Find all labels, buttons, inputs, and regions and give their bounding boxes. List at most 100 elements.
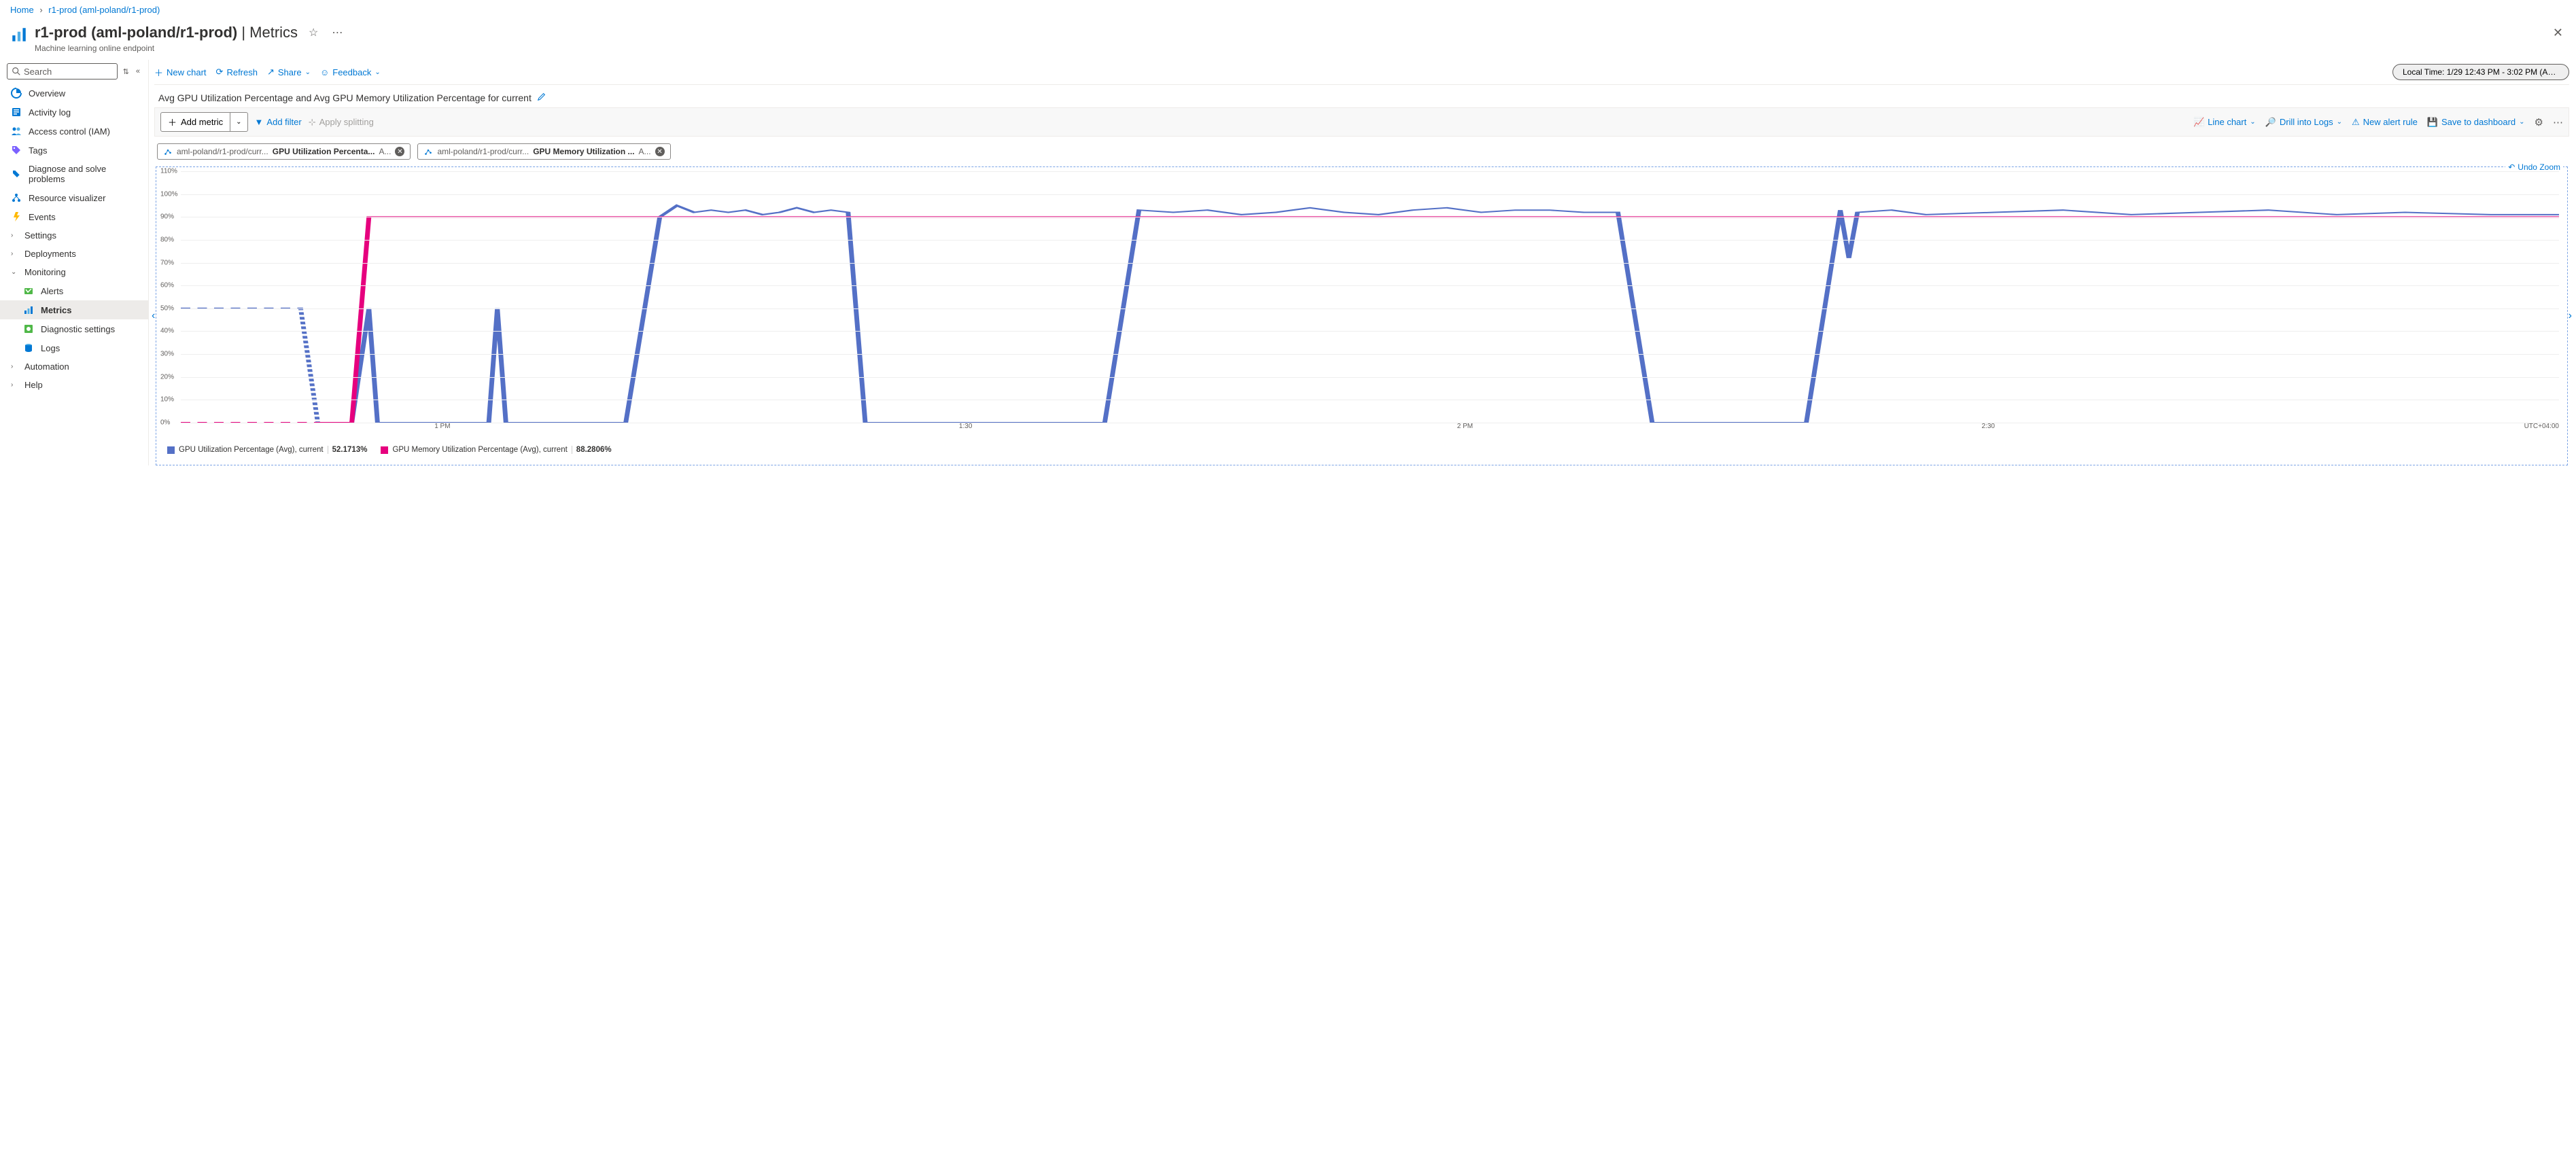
search-icon — [12, 67, 21, 76]
x-axis: UTC+04:00 1 PM1:302 PM2:30 — [181, 423, 2559, 435]
sidebar-item-activity-log[interactable]: Activity log — [0, 103, 148, 122]
favorite-button[interactable]: ☆ — [306, 23, 321, 42]
y-tick-label: 50% — [160, 304, 174, 312]
events-icon — [11, 211, 22, 222]
sidebar-item-diagnostic-settings[interactable]: Diagnostic settings — [0, 319, 148, 338]
expand-button[interactable]: ⇅ — [122, 66, 130, 77]
y-tick-label: 0% — [160, 419, 170, 427]
top-toolbar: ＋New chart ⟳Refresh ↗Share ⌄ ☺Feedback ⌄… — [154, 60, 2569, 85]
save-icon: 💾 — [2427, 117, 2438, 128]
legend-swatch — [381, 446, 388, 454]
x-tick-label: 2 PM — [1457, 423, 1473, 430]
metric-pill[interactable]: aml-poland/r1-prod/curr...GPU Utilizatio… — [157, 143, 411, 160]
breadcrumb-home[interactable]: Home — [10, 5, 34, 15]
remove-metric-button[interactable]: ✕ — [655, 147, 665, 156]
sidebar-item-logs[interactable]: Logs — [0, 338, 148, 357]
sidebar-item-overview[interactable]: Overview — [0, 84, 148, 103]
sidebar-item-alerts[interactable]: Alerts — [0, 281, 148, 300]
y-tick-label: 30% — [160, 351, 174, 358]
remove-metric-button[interactable]: ✕ — [395, 147, 404, 156]
legend-item[interactable]: GPU Memory Utilization Percentage (Avg),… — [381, 446, 611, 454]
new-chart-button[interactable]: ＋New chart — [154, 66, 207, 79]
y-tick-label: 110% — [160, 168, 177, 175]
activity-icon — [11, 107, 22, 118]
sidebar-item-access-control-iam-[interactable]: Access control (IAM) — [0, 122, 148, 141]
chart-plot[interactable]: 110%100%90%80%70%60%50%40%30%20%10%0% — [181, 171, 2559, 423]
search-input[interactable]: Search — [7, 63, 118, 80]
metric-icon — [423, 147, 433, 156]
collapse-button[interactable]: « — [135, 66, 141, 77]
share-button[interactable]: ↗Share ⌄ — [267, 67, 311, 77]
chevron-down-icon: ⌄ — [375, 69, 380, 76]
page-title: r1-prod (aml-poland/r1-prod) | Metrics — [35, 24, 298, 41]
y-tick-label: 80% — [160, 236, 174, 243]
resource-icon — [11, 192, 22, 203]
sidebar-item-label: Help — [24, 380, 43, 390]
scroll-right-button[interactable]: › — [2569, 310, 2572, 322]
diag-icon — [23, 323, 34, 334]
alerts-icon — [23, 285, 34, 296]
access-icon — [11, 126, 22, 137]
x-tick-label: 1 PM — [434, 423, 450, 430]
more-button[interactable]: ⋯ — [329, 23, 345, 42]
alert-icon: ⚠ — [2352, 117, 2360, 128]
edit-title-button[interactable] — [537, 92, 546, 103]
drill-logs-button[interactable]: 🔎Drill into Logs ⌄ — [2265, 117, 2342, 128]
chevron-down-icon: ⌄ — [2337, 118, 2342, 126]
time-range-picker[interactable]: Local Time: 1/29 12:43 PM - 3:02 PM (Aut… — [2392, 64, 2569, 80]
plus-icon: ＋ — [154, 66, 163, 79]
new-alert-button[interactable]: ⚠New alert rule — [2352, 117, 2418, 128]
refresh-button[interactable]: ⟳Refresh — [216, 67, 258, 77]
overflow-button[interactable]: ⋯ — [2553, 116, 2563, 128]
line-chart-icon: 📈 — [2193, 117, 2204, 128]
tags-icon — [11, 145, 22, 156]
chart-toolbar: ＋Add metric ⌄ ▼Add filter ⊹Apply splitti… — [154, 107, 2569, 137]
feedback-button[interactable]: ☺Feedback ⌄ — [320, 67, 381, 77]
sidebar-item-label: Automation — [24, 361, 69, 372]
sidebar-item-metrics[interactable]: Metrics — [0, 300, 148, 319]
sidebar-item-label: Activity log — [29, 107, 71, 118]
chevron-down-icon: ⌄ — [2519, 118, 2524, 126]
sidebar-item-label: Events — [29, 212, 56, 222]
sidebar-item-label: Access control (IAM) — [29, 126, 110, 137]
split-icon: ⊹ — [309, 117, 316, 128]
sidebar-item-label: Logs — [41, 343, 60, 353]
close-button[interactable]: ✕ — [2550, 23, 2566, 43]
y-tick-label: 20% — [160, 373, 174, 381]
add-filter-button[interactable]: ▼Add filter — [255, 117, 302, 127]
scroll-left-button[interactable]: ‹ — [152, 310, 155, 322]
apply-splitting-button: ⊹Apply splitting — [309, 117, 374, 128]
chart-type-dropdown[interactable]: 📈Line chart ⌄ — [2193, 117, 2256, 128]
diagnose-icon — [11, 169, 22, 179]
undo-zoom-button[interactable]: ↶Undo Zoom — [2505, 162, 2563, 172]
add-metric-dropdown[interactable]: ⌄ — [230, 112, 247, 132]
sidebar-item-tags[interactable]: Tags — [0, 141, 148, 160]
add-metric-button[interactable]: ＋Add metric — [160, 112, 230, 132]
sidebar-item-events[interactable]: Events — [0, 207, 148, 226]
sidebar-item-resource-visualizer[interactable]: Resource visualizer — [0, 188, 148, 207]
sidebar-item-automation[interactable]: ›Automation — [0, 357, 148, 376]
y-tick-label: 100% — [160, 190, 178, 198]
breadcrumb-current[interactable]: r1-prod (aml-poland/r1-prod) — [48, 5, 160, 15]
sidebar: Search ⇅ « Overview Activity log Access co… — [0, 60, 148, 465]
sidebar-item-deployments[interactable]: ›Deployments — [0, 245, 148, 263]
sidebar-item-diagnose-and-solve-problems[interactable]: Diagnose and solve problems — [0, 160, 148, 188]
sidebar-item-label: Overview — [29, 88, 65, 99]
chevron-down-icon: ⌄ — [305, 69, 311, 76]
breadcrumb: Home › r1-prod (aml-poland/r1-prod) — [0, 0, 2576, 20]
sidebar-item-monitoring[interactable]: ⌄Monitoring — [0, 263, 148, 281]
metrics-icon — [23, 304, 34, 315]
sidebar-item-label: Diagnostic settings — [41, 324, 115, 334]
sidebar-item-label: Monitoring — [24, 267, 66, 277]
drill-icon: 🔎 — [2265, 117, 2276, 128]
sidebar-item-label: Deployments — [24, 249, 76, 259]
chevron-icon: › — [11, 381, 18, 389]
sidebar-item-help[interactable]: › Help — [0, 376, 148, 394]
x-tick-label: 2:30 — [1982, 423, 1995, 430]
sidebar-item-settings[interactable]: ›Settings — [0, 226, 148, 245]
metric-pill[interactable]: aml-poland/r1-prod/curr...GPU Memory Uti… — [417, 143, 670, 160]
chevron-down-icon: ⌄ — [2250, 118, 2255, 126]
settings-button[interactable]: ⚙ — [2535, 116, 2543, 128]
legend-item[interactable]: GPU Utilization Percentage (Avg), curren… — [167, 446, 367, 454]
save-dashboard-button[interactable]: 💾Save to dashboard⌄ — [2427, 117, 2525, 128]
